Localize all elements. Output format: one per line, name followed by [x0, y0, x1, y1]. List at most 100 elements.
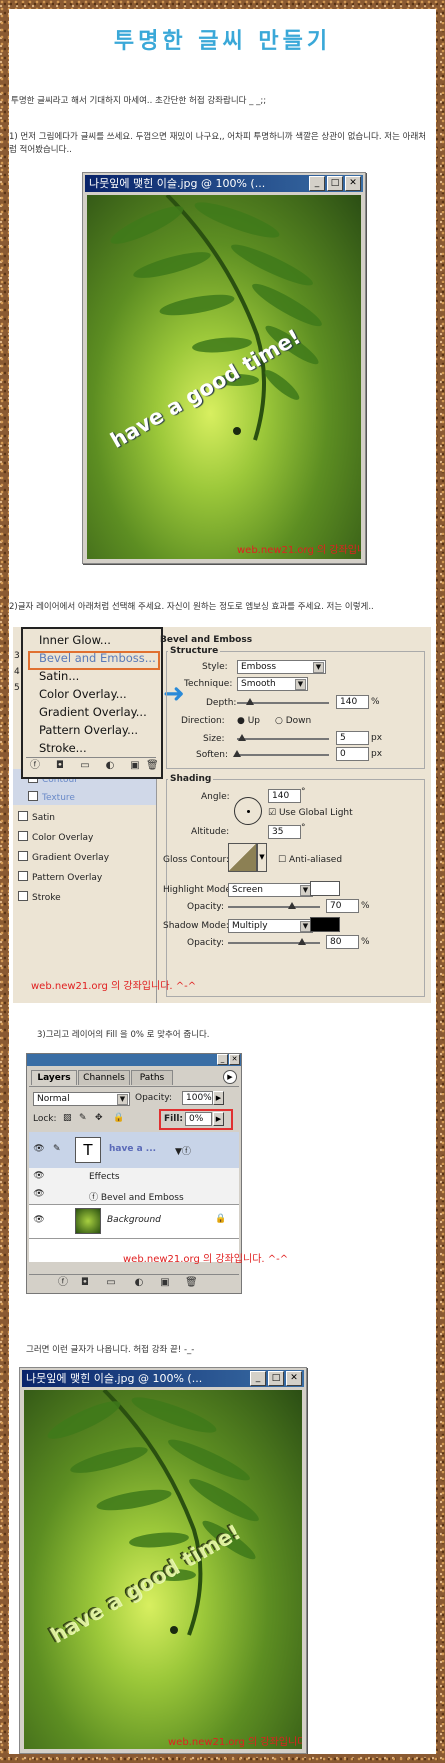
layer-row-text[interactable]: 👁 ✎ T have a ... ▼ⓕ — [29, 1132, 239, 1169]
chevron-down-icon[interactable]: ▼ — [257, 843, 267, 872]
new-layer-icon[interactable]: ▣ — [129, 760, 141, 771]
minimize-icon[interactable]: _ — [217, 1054, 228, 1065]
style-select[interactable]: Emboss ▼ — [237, 660, 326, 674]
checkbox[interactable] — [18, 851, 28, 861]
effect-item-row[interactable]: 👁 ⓕ Bevel and Emboss — [29, 1186, 239, 1205]
minimize-icon[interactable]: _ — [309, 176, 325, 191]
soften-slider-thumb[interactable] — [233, 750, 241, 757]
highlight-opacity-thumb[interactable] — [288, 902, 297, 909]
image-window-1[interactable]: 나뭇잎에 맺힌 이슬.jpg @ 100% (... _ □ ✕ have a … — [82, 172, 366, 564]
style-item-color-overlay[interactable]: Color Overlay — [18, 831, 93, 843]
highlight-opacity-slider[interactable] — [228, 906, 320, 908]
checkbox[interactable] — [18, 831, 28, 841]
layer-name[interactable]: have a ... — [109, 1144, 156, 1154]
checkbox[interactable] — [28, 791, 38, 801]
checkbox[interactable] — [18, 871, 28, 881]
size-input[interactable]: 5 — [336, 731, 369, 745]
style-item-gradient-overlay[interactable]: Gradient Overlay — [18, 851, 109, 863]
lock-transparency-icon[interactable]: ▨ — [63, 1113, 72, 1123]
eye-icon[interactable]: 👁 — [32, 1171, 46, 1181]
eye-icon[interactable]: 👁 — [32, 1215, 46, 1225]
direction-up-radio[interactable]: ● Up — [237, 716, 260, 726]
checkbox[interactable] — [18, 891, 28, 901]
fill-arrow-icon[interactable]: ▶ — [213, 1112, 224, 1126]
angle-input[interactable]: 140 — [268, 789, 301, 803]
layer-style-menu[interactable]: Inner Glow... Bevel and Emboss... Satin.… — [21, 627, 163, 779]
menu-footer-toolbar: ⓕ ◘ ▭ ◐ ▣ 🗑 — [26, 757, 159, 774]
image-window-2[interactable]: 나뭇잎에 맺힌 이슬.jpg @ 100% (... _ □ ✕ have a … — [19, 1367, 307, 1754]
technique-select[interactable]: Smooth ▼ — [237, 677, 308, 691]
style-fx-icon[interactable]: ⓕ — [57, 1277, 69, 1288]
effects-toggle-icon[interactable]: ▼ⓕ — [175, 1144, 191, 1157]
menu-item-inner-glow[interactable]: Inner Glow... — [39, 633, 111, 647]
layer-row-background[interactable]: 👁 Background 🔒 — [29, 1204, 239, 1239]
trash-icon[interactable]: 🗑 — [185, 1277, 198, 1288]
tab-paths[interactable]: Paths — [131, 1070, 173, 1085]
menu-item-gradient-overlay[interactable]: Gradient Overlay... — [39, 705, 147, 719]
palette-title-bar[interactable]: _ ✕ — [27, 1054, 241, 1066]
shadow-opacity-input[interactable]: 80 — [326, 935, 359, 949]
altitude-input[interactable]: 35 — [268, 825, 301, 839]
checkbox[interactable] — [18, 811, 28, 821]
anti-aliased-checkbox[interactable]: ☐ Anti-aliased — [278, 855, 342, 865]
highlight-opacity-input[interactable]: 70 — [326, 899, 359, 913]
opacity-arrow-icon[interactable]: ▶ — [213, 1091, 224, 1105]
new-layer-icon[interactable]: ▣ — [159, 1277, 171, 1288]
eye-icon[interactable]: 👁 — [32, 1144, 46, 1154]
eye-icon[interactable]: 👁 — [32, 1189, 46, 1199]
depth-slider-thumb[interactable] — [245, 698, 254, 705]
opacity-input[interactable]: 100% — [182, 1091, 213, 1105]
menu-item-pattern-overlay[interactable]: Pattern Overlay... — [39, 723, 138, 737]
style-item-satin[interactable]: Satin — [18, 811, 55, 823]
opacity-label: Opacity: — [135, 1093, 172, 1103]
adjustment-icon[interactable]: ◐ — [104, 760, 116, 771]
highlight-color-swatch[interactable] — [310, 881, 340, 896]
depth-input[interactable]: 140 — [336, 695, 369, 709]
folder-icon[interactable]: ▭ — [105, 1277, 117, 1288]
maximize-icon[interactable]: □ — [327, 176, 343, 191]
lock-move-icon[interactable]: ✥ — [95, 1113, 103, 1123]
soften-input[interactable]: 0 — [336, 747, 369, 761]
menu-item-stroke[interactable]: Stroke... — [39, 741, 87, 755]
size-slider[interactable] — [237, 738, 329, 740]
close-icon[interactable]: ✕ — [229, 1054, 240, 1065]
mask-icon[interactable]: ◘ — [54, 760, 66, 771]
minimize-icon[interactable]: _ — [250, 1371, 266, 1386]
tab-channels[interactable]: Channels — [78, 1070, 130, 1085]
shadow-mode-select[interactable]: Multiply ▼ — [228, 919, 313, 933]
direction-down-radio[interactable]: ○ Down — [275, 716, 311, 726]
shadow-color-swatch[interactable] — [310, 917, 340, 932]
adjustment-icon[interactable]: ◐ — [133, 1277, 145, 1288]
maximize-icon[interactable]: □ — [268, 1371, 284, 1386]
tab-layers[interactable]: Layers — [31, 1070, 77, 1085]
blend-mode-select[interactable]: Normal ▼ — [33, 1092, 130, 1106]
brush-icon[interactable]: ✎ — [53, 1144, 61, 1154]
angle-dial[interactable] — [234, 797, 262, 825]
shadow-opacity-slider[interactable] — [228, 942, 320, 944]
size-slider-thumb[interactable] — [237, 734, 246, 741]
layer-name[interactable]: Background — [107, 1215, 161, 1225]
style-fx-icon[interactable]: ⓕ — [29, 760, 41, 771]
close-icon[interactable]: ✕ — [286, 1371, 302, 1386]
style-item-stroke[interactable]: Stroke — [18, 891, 61, 903]
trash-icon[interactable]: 🗑 — [146, 760, 159, 771]
shadow-opacity-thumb[interactable] — [297, 938, 306, 945]
global-light-checkbox[interactable]: ☑ Use Global Light — [268, 808, 353, 818]
fill-input[interactable]: 0% — [185, 1112, 212, 1126]
highlight-mode-select[interactable]: Screen ▼ — [228, 883, 313, 897]
lock-all-icon[interactable]: 🔒 — [113, 1113, 124, 1123]
menu-item-color-overlay[interactable]: Color Overlay... — [39, 687, 127, 701]
gloss-contour-preview[interactable] — [228, 843, 257, 872]
menu-item-bevel-emboss[interactable]: Bevel and Emboss... — [39, 651, 156, 665]
style-item-texture[interactable]: Texture — [28, 791, 75, 803]
folder-icon[interactable]: ▭ — [79, 760, 91, 771]
palette-menu-icon[interactable]: ▶ — [223, 1070, 237, 1084]
soften-slider[interactable] — [237, 754, 329, 756]
mask-icon[interactable]: ◘ — [79, 1277, 91, 1288]
lock-brush-icon[interactable]: ✎ — [79, 1113, 87, 1123]
style-item-pattern-overlay[interactable]: Pattern Overlay — [18, 871, 102, 883]
direction-label: Direction: — [181, 716, 225, 726]
effects-row[interactable]: 👁 Effects — [29, 1168, 239, 1187]
menu-item-satin[interactable]: Satin... — [39, 669, 79, 683]
close-icon[interactable]: ✕ — [345, 176, 361, 191]
